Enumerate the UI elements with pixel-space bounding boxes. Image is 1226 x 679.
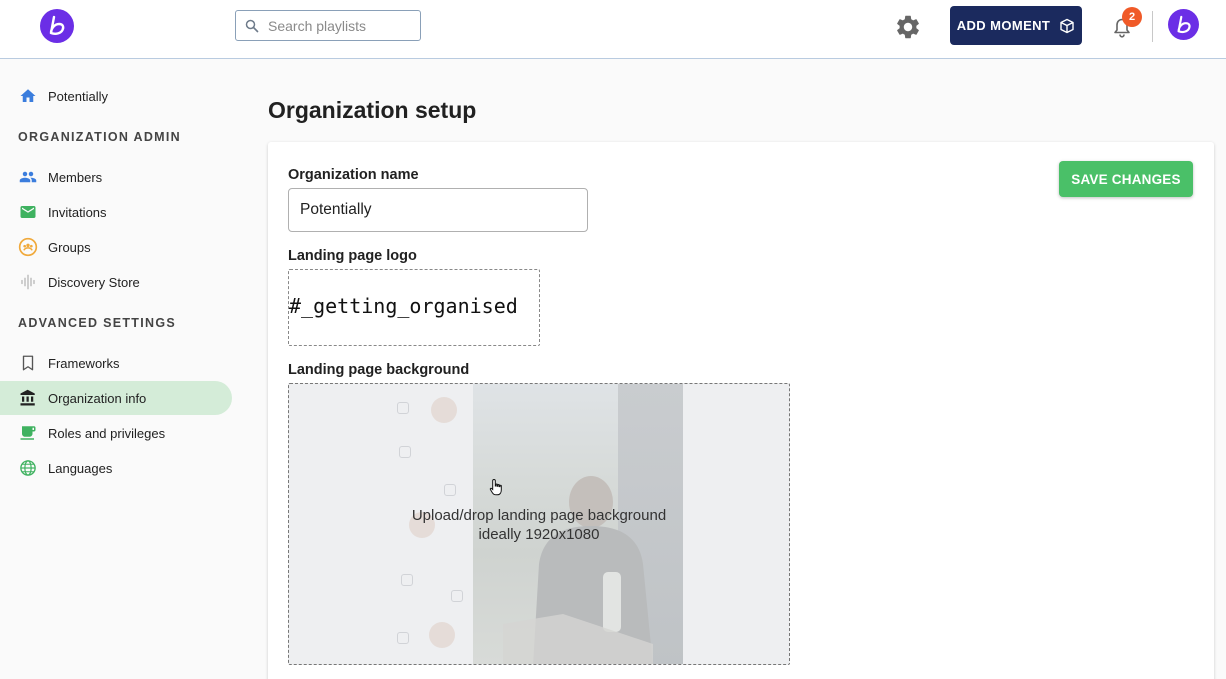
doodle-icon [397,632,409,644]
organization-name-input[interactable] [288,188,588,232]
add-moment-label: ADD MOMENT [956,18,1051,33]
user-avatar[interactable] [1168,9,1199,40]
top-bar: ADD MOMENT 2 [0,0,1226,59]
sidebar-item-label: Frameworks [48,355,120,371]
sidebar-item-label: Members [48,169,103,185]
groups-icon [18,237,38,257]
logo-b-icon [49,15,65,35]
doodle-icon [399,446,411,458]
avatar-thumbnail [431,397,457,423]
hand-pointer-cursor-icon [489,478,502,496]
background-hint-line1: Upload/drop landing page background [411,507,667,524]
landing-page-logo-text: #_getting_organised [289,294,518,318]
section-title-advanced-settings: ADVANCED SETTINGS [18,316,176,330]
search-icon [245,19,259,33]
doodle-icon [451,590,463,602]
doodle-icon [444,484,456,496]
sidebar: Potentially ORGANIZATION ADMIN Members I… [0,60,240,679]
sidebar-item-label: Roles and privileges [48,425,166,441]
sidebar-item-home[interactable]: Potentially [0,79,232,113]
sidebar-item-label: Discovery Store [48,274,140,290]
header-divider [1152,11,1153,42]
sidebar-item-label: Languages [48,460,113,476]
search-input[interactable] [268,15,416,37]
background-hint-line2: ideally 1920x1080 [478,526,600,543]
sidebar-item-languages[interactable]: Languages [0,451,232,485]
avatar-b-icon [1177,15,1191,33]
bookmark-icon [18,353,38,373]
notification-count-badge: 2 [1122,7,1142,27]
sidebar-item-label: Organization info [48,390,147,406]
organization-name-label: Organization name [288,167,419,183]
sidebar-item-discovery-store[interactable]: Discovery Store [0,265,232,299]
sidebar-item-label: Potentially [48,88,108,104]
home-icon [18,86,38,106]
background-upload-hint: Upload/drop landing page background idea… [289,506,789,544]
cube-icon [1060,18,1074,33]
sidebar-item-label: Groups [48,239,91,255]
page-title: Organization setup [268,97,477,123]
settings-gear-icon[interactable] [894,13,922,41]
mail-icon [18,202,38,222]
person-silhouette-image [503,476,653,664]
landing-page-logo-label: Landing page logo [288,248,417,264]
people-icon [18,167,38,187]
landing-page-logo-dropzone[interactable]: #_getting_organised [288,269,540,346]
search-box[interactable] [235,10,421,41]
sidebar-item-frameworks[interactable]: Frameworks [0,346,232,380]
sidebar-item-members[interactable]: Members [0,160,232,194]
landing-page-background-dropzone[interactable]: Upload/drop landing page background idea… [288,383,790,665]
sidebar-item-groups[interactable]: Groups [0,230,232,264]
sidebar-item-roles-privileges[interactable]: Roles and privileges [0,416,232,450]
globe-icon [18,458,38,478]
sidebar-item-label: Invitations [48,204,107,220]
audio-wave-icon [18,272,38,292]
avatar-thumbnail [429,622,455,648]
sidebar-item-invitations[interactable]: Invitations [0,195,232,229]
bank-icon [18,388,38,408]
section-title-org-admin: ORGANIZATION ADMIN [18,130,181,144]
doodle-icon [397,402,409,414]
add-moment-button[interactable]: ADD MOMENT [950,6,1082,45]
doodle-icon [401,574,413,586]
sidebar-item-organization-info[interactable]: Organization info [0,381,232,415]
landing-page-background-label: Landing page background [288,362,470,378]
coffee-cup-icon [18,423,38,443]
app-logo[interactable] [40,9,74,43]
save-changes-button[interactable]: SAVE CHANGES [1059,161,1193,197]
